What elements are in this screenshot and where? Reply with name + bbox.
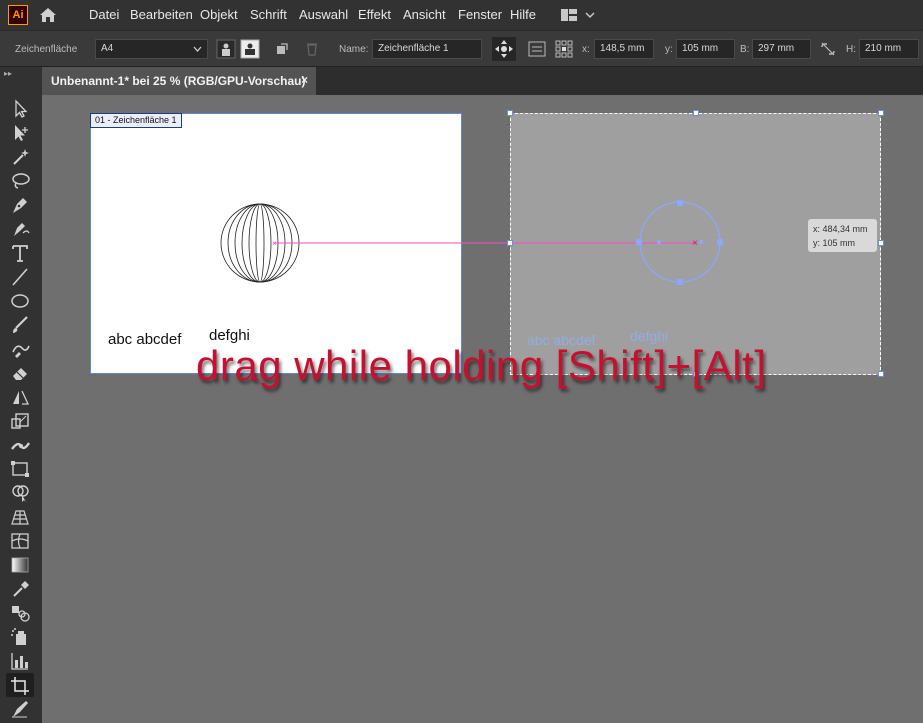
mode-label: Zeichenfläche <box>15 44 78 55</box>
paintbrush-tool-icon[interactable] <box>9 315 31 335</box>
pen-tool-icon[interactable] <box>9 195 31 215</box>
tooltip-y: y: 105 mm <box>813 238 856 248</box>
svg-text:×: × <box>692 238 698 249</box>
preset-value: A4 <box>101 43 114 54</box>
tools-panel: ▸▸ <box>0 67 42 723</box>
width-label: B: <box>740 44 750 55</box>
home-icon[interactable] <box>38 5 58 25</box>
handle-middle-right[interactable] <box>878 240 884 246</box>
curvature-tool-icon[interactable] <box>9 219 31 239</box>
menu-objekt[interactable]: Objekt <box>200 7 238 22</box>
guide-start-marker: × <box>272 239 277 248</box>
document-tab[interactable]: Unbenannt-1* bei 25 % (RGB/GPU-Vorschau)… <box>42 67 316 95</box>
position-tooltip: x: 484,34 mm y: 105 mm <box>808 219 877 252</box>
handle-top-center[interactable] <box>693 110 699 116</box>
artboard-tool-icon[interactable] <box>9 675 31 695</box>
shaper-tool-icon[interactable] <box>9 339 31 359</box>
portrait-orientation-icon[interactable] <box>216 39 236 59</box>
document-canvas[interactable]: 01 - Zeichenfläche 1 abc abcdef defghi a… <box>42 95 923 723</box>
shape-builder-tool-icon[interactable] <box>9 483 31 503</box>
width-field[interactable]: 297 mm <box>752 39 811 59</box>
menu-fenster[interactable]: Fenster <box>458 7 502 22</box>
slice-tool-icon[interactable] <box>9 699 31 719</box>
menu-schrift[interactable]: Schrift <box>250 7 287 22</box>
new-artboard-icon[interactable] <box>272 39 292 59</box>
menu-bar: Ai Datei Bearbeiten Objekt Schrift Auswa… <box>0 0 923 30</box>
reference-point-icon[interactable] <box>554 39 574 59</box>
mesh-tool-icon[interactable] <box>9 531 31 551</box>
workspace-switcher-icon[interactable] <box>558 5 598 25</box>
y-label: y: <box>665 44 673 55</box>
move-with-artboard-icon[interactable] <box>492 37 516 61</box>
menu-effekt[interactable]: Effekt <box>358 7 391 22</box>
width-tool-icon[interactable] <box>9 435 31 455</box>
symbol-sprayer-tool-icon[interactable] <box>9 627 31 647</box>
free-transform-tool-icon[interactable] <box>9 459 31 479</box>
handle-top-right[interactable] <box>878 110 884 116</box>
menu-bearbeiten[interactable]: Bearbeiten <box>130 7 193 22</box>
close-icon[interactable]: × <box>301 73 308 87</box>
document-tab-bar: Unbenannt-1* bei 25 % (RGB/GPU-Vorschau)… <box>42 67 923 95</box>
chevron-down-icon <box>193 46 202 52</box>
scale-tool-icon[interactable] <box>9 411 31 431</box>
eraser-tool-icon[interactable] <box>9 363 31 383</box>
perspective-grid-tool-icon[interactable] <box>9 507 31 527</box>
x-field[interactable]: 148,5 mm <box>594 39 654 59</box>
blend-tool-icon[interactable] <box>9 603 31 623</box>
graph-tool-icon[interactable] <box>9 651 31 671</box>
magic-wand-tool-icon[interactable] <box>9 147 31 167</box>
menu-ansicht[interactable]: Ansicht <box>403 7 446 22</box>
handle-top-left[interactable] <box>507 110 513 116</box>
handle-middle-left[interactable] <box>507 240 513 246</box>
link-proportions-icon[interactable] <box>818 39 838 59</box>
ellipse-tool-icon[interactable] <box>9 291 31 311</box>
direct-selection-tool-icon[interactable] <box>9 123 31 143</box>
document-tab-title: Unbenannt-1* bei 25 % (RGB/GPU-Vorschau) <box>51 74 306 88</box>
tooltip-x: x: 484,34 mm <box>813 224 868 234</box>
rotate-tool-icon[interactable] <box>9 387 31 407</box>
app-logo: Ai <box>8 5 28 25</box>
eyedropper-tool-icon[interactable] <box>9 579 31 599</box>
lasso-tool-icon[interactable] <box>9 171 31 191</box>
artwork-layer: × × <box>220 200 723 285</box>
menu-hilfe[interactable]: Hilfe <box>510 7 536 22</box>
preset-select[interactable]: A4 <box>95 39 208 59</box>
y-field[interactable]: 105 mm <box>676 39 735 59</box>
selection-tool-icon[interactable] <box>9 99 31 119</box>
type-tool-icon[interactable] <box>9 243 31 263</box>
menu-auswahl[interactable]: Auswahl <box>299 7 348 22</box>
x-label: x: <box>582 44 590 55</box>
instruction-overlay-text: drag while holding [Shift]+[Alt] <box>196 342 767 389</box>
control-bar: Zeichenfläche A4 Name: Zeichenfläche 1 x… <box>0 30 923 67</box>
panel-collapse-icon[interactable]: ▸▸ <box>4 69 12 78</box>
height-field[interactable]: 210 mm <box>859 39 919 59</box>
line-tool-icon[interactable] <box>9 267 31 287</box>
artboard-name-field[interactable]: Zeichenfläche 1 <box>372 39 482 59</box>
landscape-orientation-icon[interactable] <box>240 39 260 59</box>
name-label: Name: <box>339 44 369 55</box>
height-label: H: <box>846 44 856 55</box>
trash-icon[interactable] <box>302 39 322 59</box>
artboard-options-icon[interactable] <box>527 39 547 59</box>
gradient-tool-icon[interactable] <box>9 555 31 575</box>
menu-datei[interactable]: Datei <box>89 7 119 22</box>
